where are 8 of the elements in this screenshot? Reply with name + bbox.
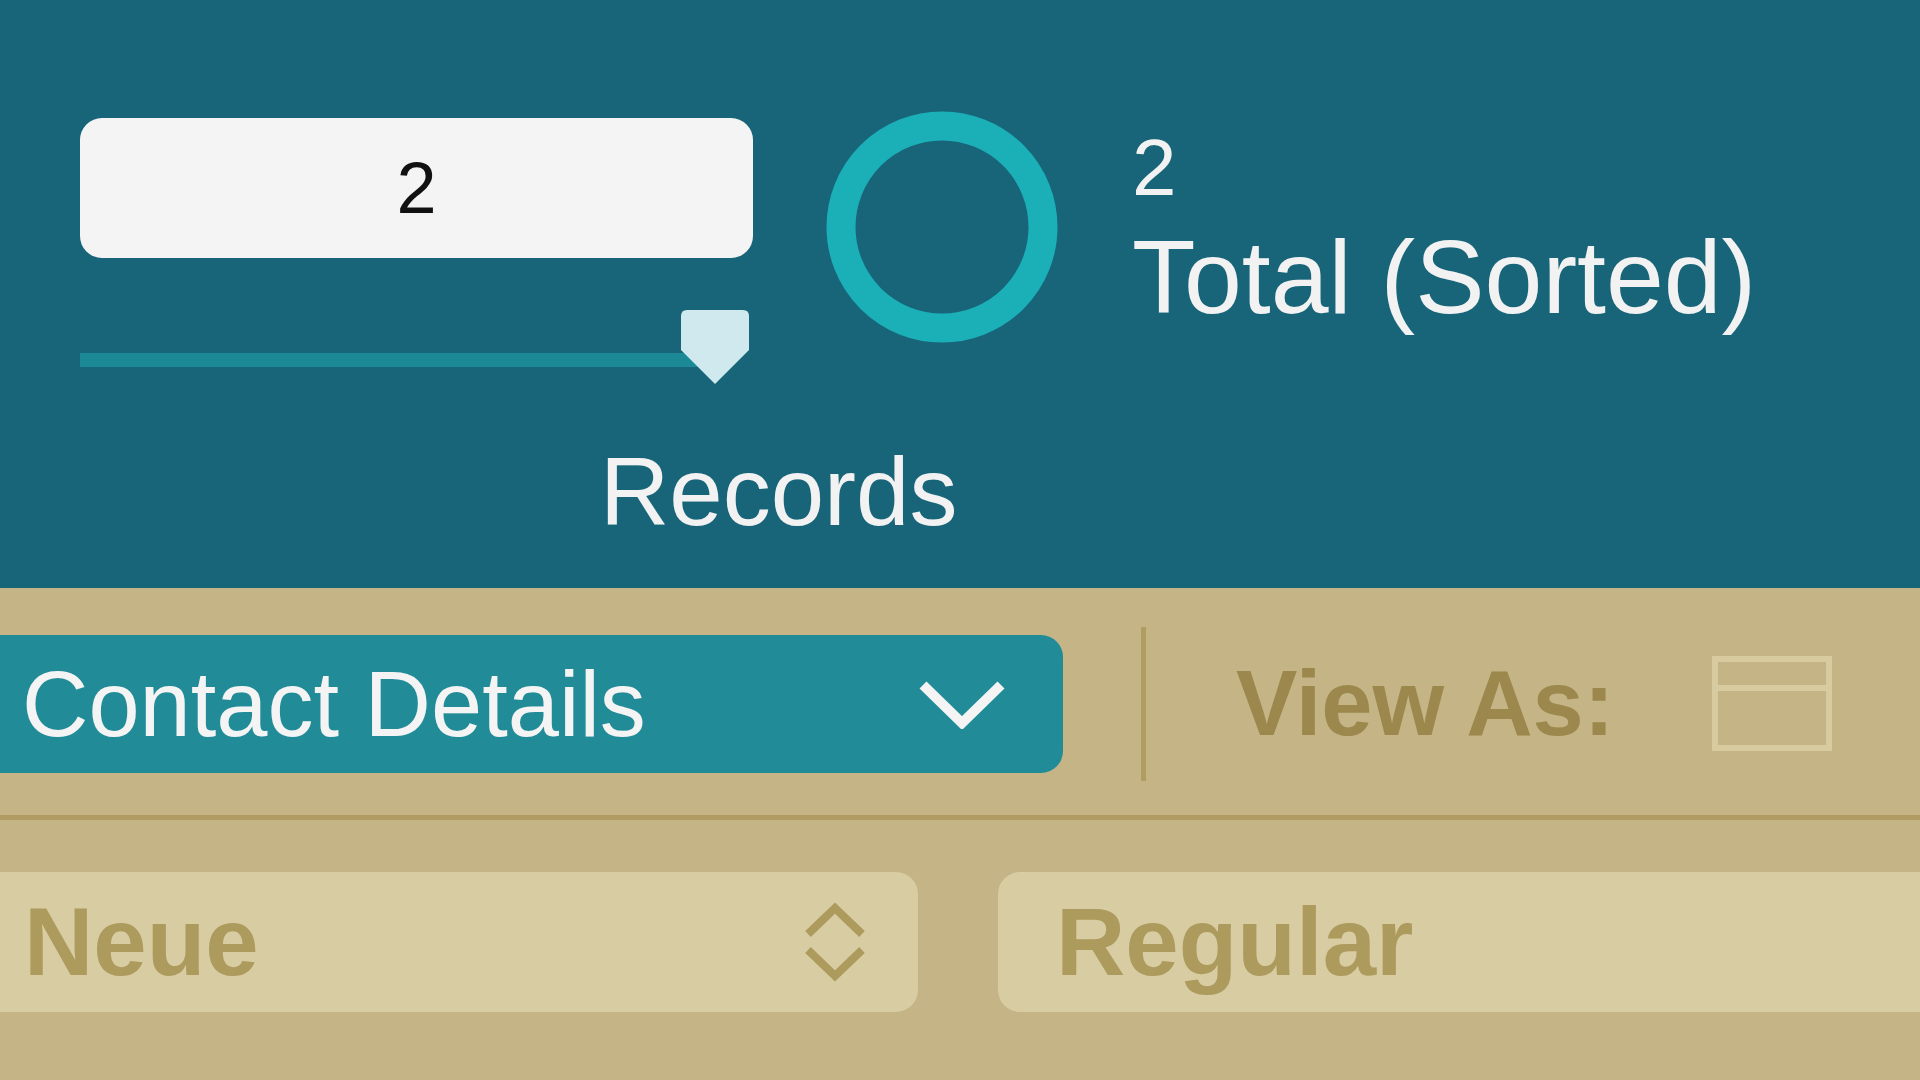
found-count: 2 [1132, 128, 1178, 208]
total-label: Total (Sorted) [1132, 218, 1757, 337]
ring-icon [826, 111, 1058, 343]
view-as-label: View As: [1236, 651, 1615, 756]
record-number-field[interactable]: 2 [80, 118, 753, 258]
chevron-down-icon [917, 678, 1007, 729]
layout-dropdown[interactable]: Contact Details [0, 634, 1063, 773]
records-label: Records [600, 437, 958, 547]
